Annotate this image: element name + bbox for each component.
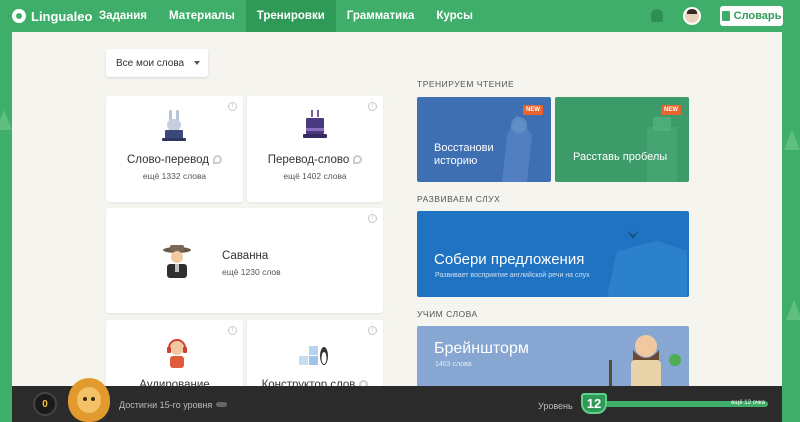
nav-item-grammar[interactable]: Грамматика: [336, 0, 426, 32]
training-card-word-translation[interactable]: i Слово-перевод ещё 1332 слова: [106, 96, 243, 202]
training-card-title: Перевод-слово: [247, 154, 383, 166]
bell-icon[interactable]: [651, 9, 663, 22]
info-icon[interactable]: i: [228, 102, 237, 111]
lion-eye: [83, 397, 87, 401]
book-icon: [721, 11, 730, 21]
tile-subtitle: Развивает восприятие английской речи на …: [435, 272, 590, 279]
lion-face: [77, 387, 101, 413]
nav-item-courses[interactable]: Курсы: [425, 0, 484, 32]
training-card-word-builder[interactable]: i Конструктор слов: [247, 320, 383, 391]
tree-illustration: [647, 117, 677, 182]
chevron-down-icon: [194, 61, 200, 65]
explorer-icon: [163, 245, 191, 278]
headphones-person-icon: [167, 339, 187, 368]
goal-pill-icon: [216, 402, 228, 407]
coins-counter[interactable]: 0: [33, 392, 57, 416]
training-card-subtitle: ещё 1230 слов: [222, 267, 281, 277]
ship-illustration: [607, 231, 687, 297]
new-badge: NEW: [661, 105, 681, 115]
goal-text: Достигни 15-го уровня: [119, 400, 228, 410]
training-card-listening[interactable]: i Аудирование: [106, 320, 243, 391]
training-card-subtitle: ещё 1332 слова: [142, 171, 207, 181]
info-icon[interactable]: i: [368, 102, 377, 111]
tile-insert-spaces[interactable]: NEW Расставь пробелы: [555, 97, 689, 182]
muscle-icon: [213, 155, 222, 164]
section-label-listening: РАЗВИВАЕМ СЛУХ: [417, 194, 501, 204]
level-label: Уровень: [538, 401, 573, 411]
lion-mascot[interactable]: [68, 378, 110, 422]
tile-build-sentences[interactable]: Собери предложения Развивает восприятие …: [417, 211, 689, 297]
info-icon[interactable]: i: [228, 326, 237, 335]
dictionary-label: Словарь: [733, 10, 782, 22]
rabbit-hat-icon: [162, 110, 186, 141]
main-nav: Задания Материалы Тренировки Грамматика …: [88, 0, 484, 32]
words-filter-value: Все мои слова: [116, 57, 185, 69]
top-navigation-bar: Lingualeo Задания Материалы Тренировки Г…: [0, 0, 800, 32]
training-card-subtitle: ещё 1402 слова: [283, 171, 347, 181]
training-card-title: Слово-перевод: [106, 154, 243, 166]
tree-decoration: [784, 130, 800, 150]
tile-title: Брейншторм: [434, 340, 529, 357]
tile-title: Восстанови историю: [434, 142, 494, 167]
training-card-title: Саванна: [222, 250, 269, 262]
info-icon[interactable]: i: [368, 326, 377, 335]
info-icon[interactable]: i: [368, 214, 377, 223]
tile-brainstorm[interactable]: Брейншторм 1403 слова: [417, 326, 689, 390]
nav-item-trainings[interactable]: Тренировки: [245, 0, 336, 32]
tile-title: Расставь пробелы: [573, 151, 668, 163]
tile-restore-story[interactable]: NEW Восстанови историю: [417, 97, 551, 182]
section-label-reading: ТРЕНИРУЕМ ЧТЕНИЕ: [417, 79, 515, 89]
tree-decoration: [786, 300, 800, 320]
logo[interactable]: Lingualeo: [12, 0, 92, 32]
magic-hat-icon: [303, 110, 327, 138]
section-label-words: УЧИМ СЛОВА: [417, 309, 478, 319]
logo-text: Lingualeo: [31, 8, 93, 24]
tree-decoration: [0, 110, 12, 130]
training-card-translation-word[interactable]: i Перевод-слово ещё 1402 слова: [247, 96, 383, 202]
tile-subtitle: 1403 слова: [435, 361, 472, 368]
new-badge: NEW: [523, 105, 543, 115]
dictionary-button[interactable]: Словарь: [720, 6, 783, 26]
user-avatar[interactable]: [683, 7, 701, 25]
xp-remaining-text: ещё 12 очка: [730, 400, 766, 406]
lion-eye: [91, 397, 95, 401]
main-panel: Все мои слова i Слово-перевод ещё 1332 с…: [12, 32, 782, 422]
explorer-illustration: [609, 335, 681, 390]
training-card-savanna[interactable]: i Саванна ещё 1230 слов: [106, 208, 383, 313]
muscle-icon: [353, 155, 363, 164]
paw-logo-icon: [12, 9, 26, 23]
tile-title: Собери предложения: [434, 251, 585, 268]
nav-item-tasks[interactable]: Задания: [88, 0, 158, 32]
bottom-status-bar: 0 Достигни 15-го уровня Уровень 12 ещё 1…: [12, 378, 782, 422]
words-filter-dropdown[interactable]: Все мои слова: [106, 49, 208, 77]
nav-item-materials[interactable]: Материалы: [158, 0, 246, 32]
xp-progress-bar: ещё 12 очка: [607, 400, 769, 407]
letter-blocks-icon: [299, 346, 328, 365]
level-badge[interactable]: 12: [581, 393, 607, 414]
knight-illustration: [502, 115, 532, 182]
